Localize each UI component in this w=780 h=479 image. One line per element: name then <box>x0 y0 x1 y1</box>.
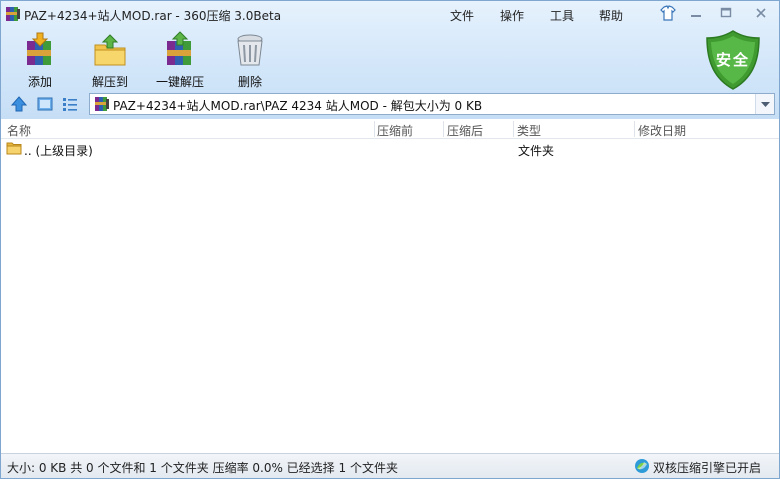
column-original-size[interactable]: 压缩前 <box>377 122 413 139</box>
dual-core-engine-icon <box>634 458 650 474</box>
add-archive-icon <box>21 31 59 69</box>
extract-to-icon <box>91 31 129 69</box>
extract-to-label: 解压到 <box>91 75 128 89</box>
column-compressed-size[interactable]: 压缩后 <box>447 122 483 139</box>
thumbnail-view-icon[interactable] <box>36 95 54 113</box>
column-divider[interactable] <box>513 121 514 137</box>
window-title: PAZ+4234+站人MOD.rar - 360压缩 3.0Beta <box>24 9 282 23</box>
file-list-header: 名称 压缩前 压缩后 类型 修改日期 <box>1 119 779 139</box>
column-divider[interactable] <box>634 121 635 137</box>
chevron-down-icon[interactable] <box>755 94 774 114</box>
column-name[interactable]: 名称 <box>7 122 31 139</box>
add-button[interactable]: 添加 <box>15 31 65 89</box>
one-click-extract-button[interactable]: 一键解压 <box>154 31 206 89</box>
shirt-icon[interactable] <box>658 3 678 23</box>
column-divider[interactable] <box>374 121 375 137</box>
item-name: .. (上级目录) <box>24 144 93 158</box>
header-area: PAZ+4234+站人MOD.rar - 360压缩 3.0Beta 文件 操作… <box>1 1 779 119</box>
trash-icon <box>231 31 269 69</box>
folder-icon <box>6 141 22 155</box>
engine-status: 双核压缩引擎已开启 <box>653 461 762 475</box>
one-click-extract-icon <box>161 31 199 69</box>
menu-operate[interactable]: 操作 <box>500 7 524 24</box>
security-badge[interactable]: 安全 <box>705 29 761 91</box>
delete-label: 删除 <box>237 75 262 89</box>
title-bar: PAZ+4234+站人MOD.rar - 360压缩 3.0Beta 文件 操作… <box>1 1 779 27</box>
close-icon[interactable] <box>751 3 771 23</box>
navigation-row: PAZ+4234+站人MOD.rar\PAZ 4234 站人MOD - 解包大小… <box>1 91 779 117</box>
menu-file[interactable]: 文件 <box>450 7 474 24</box>
status-bar: 大小: 0 KB 共 0 个文件和 1 个文件夹 压缩率 0.0% 已经选择 1… <box>1 453 779 478</box>
column-type[interactable]: 类型 <box>517 122 541 139</box>
menu-tools[interactable]: 工具 <box>550 7 574 24</box>
app-window: PAZ+4234+站人MOD.rar - 360压缩 3.0Beta 文件 操作… <box>0 0 780 479</box>
delete-button[interactable]: 删除 <box>225 31 275 89</box>
address-path: PAZ+4234+站人MOD.rar\PAZ 4234 站人MOD - 解包大小… <box>113 99 483 113</box>
address-bar[interactable]: PAZ+4234+站人MOD.rar\PAZ 4234 站人MOD - 解包大小… <box>89 93 775 115</box>
list-view-icon[interactable] <box>61 95 79 113</box>
status-text: 大小: 0 KB 共 0 个文件和 1 个文件夹 压缩率 0.0% 已经选择 1… <box>7 461 398 475</box>
rar-archive-icon <box>5 6 21 22</box>
minimize-icon[interactable] <box>686 3 706 23</box>
one-click-extract-label: 一键解压 <box>155 75 204 89</box>
column-modified-date[interactable]: 修改日期 <box>638 122 686 139</box>
file-list: .. (上级目录) 文件夹 <box>1 139 779 453</box>
rar-archive-icon <box>94 96 110 112</box>
extract-to-button[interactable]: 解压到 <box>85 31 135 89</box>
maximize-icon[interactable] <box>716 3 736 23</box>
column-divider[interactable] <box>443 121 444 137</box>
security-label: 安全 <box>715 51 750 69</box>
up-arrow-icon[interactable] <box>10 95 28 113</box>
item-type: 文件夹 <box>518 144 555 158</box>
menu-help[interactable]: 帮助 <box>599 7 623 24</box>
list-item[interactable]: .. (上级目录) 文件夹 <box>1 140 779 158</box>
add-button-label: 添加 <box>27 75 52 89</box>
